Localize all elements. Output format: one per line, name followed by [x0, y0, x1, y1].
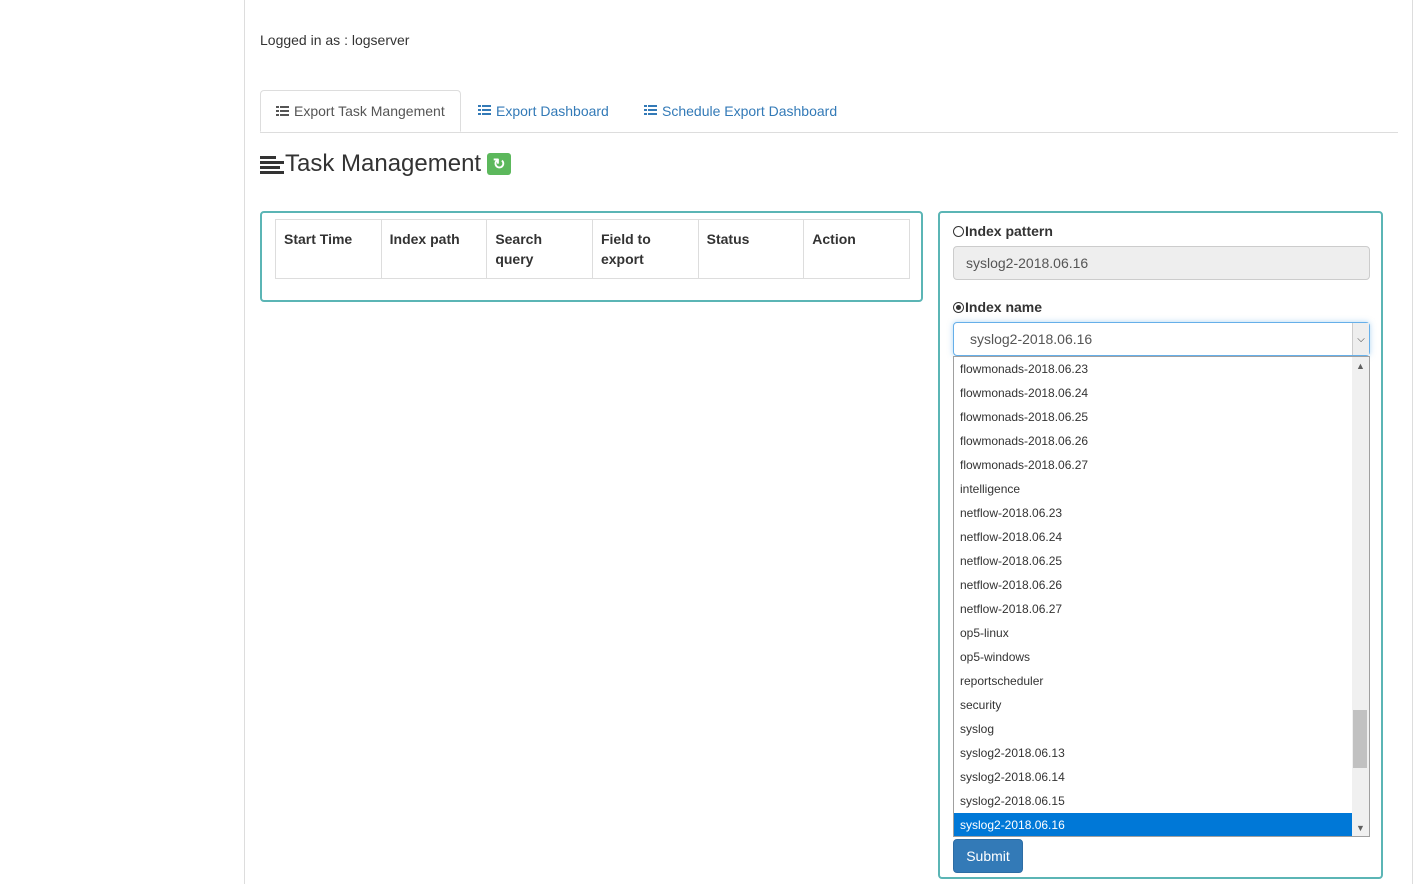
dropdown-option[interactable]: syslog2-2018.06.15	[954, 789, 1352, 813]
dropdown-option[interactable]: netflow-2018.06.25	[954, 549, 1352, 573]
chevron-down-icon[interactable]: ⌵	[1352, 323, 1369, 355]
dropdown-option[interactable]: flowmonads-2018.06.23	[954, 357, 1352, 381]
index-name-label: Index name	[965, 299, 1043, 315]
scroll-down-arrow-icon[interactable]: ▼	[1352, 819, 1369, 836]
export-form-panel: Index pattern syslog2-2018.06.16 Index n…	[938, 211, 1383, 879]
page-title: Task Management ↻	[260, 150, 512, 178]
dropdown-option[interactable]: op5-linux	[954, 621, 1352, 645]
scroll-up-arrow-icon[interactable]: ▲	[1352, 357, 1369, 374]
index-pattern-option[interactable]: Index pattern	[953, 223, 1053, 239]
list-icon	[478, 105, 491, 116]
tab-schedule-export-dashboard[interactable]: Schedule Export Dashboard	[629, 90, 852, 131]
sidebar-divider	[244, 0, 245, 884]
dropdown-option[interactable]: syslog2-2018.06.14	[954, 765, 1352, 789]
tab-bar: Export Task Mangement Export Dashboard S…	[260, 90, 1398, 133]
task-table: Start Time Index path Search query Field…	[275, 219, 910, 279]
tab-label: Export Dashboard	[496, 102, 609, 119]
align-left-icon	[260, 154, 284, 174]
dropdown-option[interactable]: netflow-2018.06.24	[954, 525, 1352, 549]
index-pattern-radio[interactable]	[953, 225, 964, 237]
column-header: Start Time	[275, 219, 382, 279]
dropdown-option[interactable]: netflow-2018.06.23	[954, 501, 1352, 525]
scrollbar-thumb[interactable]	[1353, 710, 1367, 768]
dropdown-option[interactable]: flowmonads-2018.06.26	[954, 429, 1352, 453]
tab-export-dashboard[interactable]: Export Dashboard	[463, 90, 624, 131]
index-name-select[interactable]: syslog2-2018.06.16 ⌵	[953, 322, 1370, 356]
refresh-icon[interactable]: ↻	[487, 153, 512, 175]
dropdown-option[interactable]: reportscheduler	[954, 669, 1352, 693]
dropdown-option[interactable]: security	[954, 693, 1352, 717]
index-name-radio[interactable]	[953, 301, 964, 313]
dropdown-option[interactable]: netflow-2018.06.27	[954, 597, 1352, 621]
index-name-dropdown-list[interactable]: syslog2-2018.06.16 syslog2-2018.06.15 sysl…	[953, 356, 1370, 837]
dropdown-scrollbar[interactable]: ▲ ▼	[1352, 357, 1369, 836]
column-header: Field to export	[591, 219, 699, 279]
table-header-row: Start Time Index path Search query Field…	[275, 219, 910, 279]
tab-export-task-management[interactable]: Export Task Mangement	[260, 90, 461, 132]
right-divider	[1412, 0, 1413, 884]
list-icon	[276, 105, 289, 117]
dropdown-option[interactable]: flowmonads-2018.06.24	[954, 381, 1352, 405]
submit-button[interactable]: Submit	[953, 839, 1023, 873]
column-header: Index path	[380, 219, 488, 279]
index-pattern-label: Index pattern	[965, 223, 1053, 239]
tab-label: Export Task Mangement	[294, 103, 445, 119]
dropdown-option[interactable]: syslog2-2018.06.16	[954, 813, 1352, 836]
tab-label: Schedule Export Dashboard	[662, 102, 838, 119]
index-pattern-input[interactable]: syslog2-2018.06.16	[953, 246, 1370, 280]
list-icon	[644, 105, 657, 116]
dropdown-option[interactable]: syslog	[954, 717, 1352, 741]
selected-value: syslog2-2018.06.16	[970, 331, 1093, 347]
logged-in-status: Logged in as : logserver	[260, 32, 410, 48]
dropdown-option[interactable]: netflow-2018.06.26	[954, 573, 1352, 597]
column-header: Action	[803, 219, 910, 279]
dropdown-option[interactable]: op5-windows	[954, 645, 1352, 669]
page-title-text: Task Management	[285, 150, 482, 177]
dropdown-option[interactable]: flowmonads-2018.06.25	[954, 405, 1352, 429]
dropdown-option[interactable]: intelligence	[954, 477, 1352, 501]
task-table-panel: Start Time Index path Search query Field…	[260, 211, 923, 302]
index-name-option[interactable]: Index name	[953, 299, 1042, 315]
column-header: Status	[697, 219, 805, 279]
column-header: Search query	[486, 219, 593, 279]
dropdown-option[interactable]: syslog2-2018.06.13	[954, 741, 1352, 765]
dropdown-option[interactable]: flowmonads-2018.06.27	[954, 453, 1352, 477]
